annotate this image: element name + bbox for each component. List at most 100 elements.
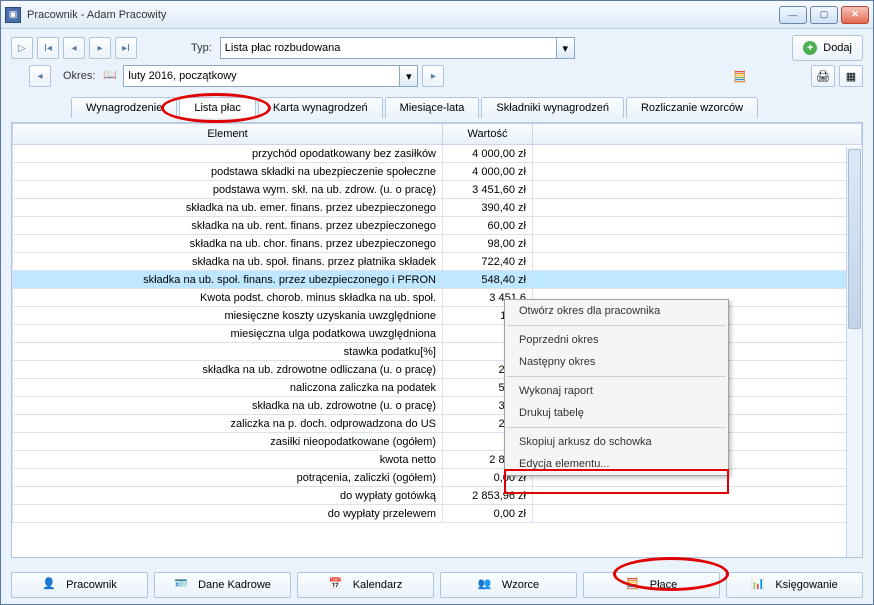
table-row[interactable]: przychód opodatkowany bez zasiłków4 000,… [13,145,862,163]
okres-dropdown-icon[interactable]: ▾ [399,66,417,86]
cell-element: do wypłaty gotówką [13,487,443,505]
typ-input[interactable] [221,38,556,58]
tab-karta-wynagrodze-[interactable]: Karta wynagrodzeń [258,97,383,118]
cell-element: miesięczna ulga podatkowa uwzględniona [13,325,443,343]
print-button[interactable]: 🖨 [811,65,835,87]
menu-otwórz-okres-dla-pracownika[interactable]: Otwórz okres dla pracownika [505,300,728,322]
table-row[interactable]: składka na ub. zdrowotne (u. o pracę)310… [13,397,862,415]
cell-element: Kwota podst. chorob. minus składka na ub… [13,289,443,307]
tab-wynagrodzenie[interactable]: Wynagrodzenie [71,97,177,118]
minimize-button[interactable]: — [779,6,807,24]
window-controls: — ▢ ✕ [779,6,869,24]
cell-element: składka na ub. emer. finans. przez ubezp… [13,199,443,217]
table-row[interactable]: składka na ub. chor. finans. przez ubezp… [13,235,862,253]
typ-label: Typ: [191,42,212,54]
menu-następny-okres[interactable]: Następny okres [505,351,728,373]
scroll-thumb[interactable] [848,149,861,329]
nav-first-button[interactable]: I◂ [37,37,59,59]
bottom-tab-label: Pracownik [66,579,117,591]
abacus-icon[interactable]: 🧮 [733,70,747,83]
book-icon: 📖 [103,68,119,84]
cell-element: zasiłki nieopodatkowane (ogółem) [13,433,443,451]
table-row[interactable]: składka na ub. rent. finans. przez ubezp… [13,217,862,235]
add-label: Dodaj [823,42,852,54]
typ-combo[interactable]: ▾ [220,37,575,59]
cell-element: kwota netto [13,451,443,469]
add-button[interactable]: + Dodaj [792,35,863,61]
cell-value: 98,00 zł [443,235,533,253]
nav-last-button[interactable]: ▸I [115,37,137,59]
table-row[interactable]: podstawa wym. skł. na ub. zdrow. (u. o p… [13,181,862,199]
table-row[interactable]: do wypłaty przelewem0,00 zł [13,505,862,523]
okres-input[interactable] [124,66,399,86]
cell-value: 3 451,60 zł [443,181,533,199]
bottom-tab-label: Księgowanie [775,579,837,591]
nav-prev-button[interactable]: ◂ [63,37,85,59]
table-row[interactable]: podstawa składki na ubezpieczenie społec… [13,163,862,181]
nav-play-button[interactable]: ▷ [11,37,33,59]
cell-element: składka na ub. społ. finans. przez ubezp… [13,271,443,289]
bottom-tab-księgowanie[interactable]: 📊Księgowanie [726,572,863,598]
tab-sk-adniki-wynagrodze-[interactable]: Składniki wynagrodzeń [481,97,624,118]
bottom-tab-label: Dane Kadrowe [198,579,271,591]
table-row[interactable]: zaliczka na p. doch. odprowadzona do US2… [13,415,862,433]
bottom-tab-label: Płace [650,579,678,591]
cell-value: 548,40 zł [443,271,533,289]
table-row[interactable]: do wypłaty gotówką2 853,96 zł [13,487,862,505]
menu-skopiuj-arkusz-do-schowka[interactable]: Skopiuj arkusz do schowka [505,431,728,453]
table-row[interactable]: kwota netto2 853,9 [13,451,862,469]
bottom-tab-wzorce[interactable]: 👥Wzorce [440,572,577,598]
bottom-tab-dane-kadrowe[interactable]: 🪪 Dane Kadrowe [154,572,291,598]
menu-wykonaj-raport[interactable]: Wykonaj raport [505,380,728,402]
col-element[interactable]: Element [13,124,443,145]
bottom-tab-pracownik[interactable]: 👤 Pracownik [11,572,148,598]
bottom-tab-label: Wzorce [502,579,539,591]
tab-miesi-ce-lata[interactable]: Miesiące-lata [385,97,480,118]
okres-label: Okres: [63,70,95,82]
cell-value: 0,00 zł [443,505,533,523]
okres-combo[interactable]: ▾ [123,65,418,87]
table-row[interactable]: miesięczna ulga podatkowa uwzględniona46… [13,325,862,343]
menu-edycja-elementu-[interactable]: Edycja elementu... [505,453,728,475]
bottom-tab-kalendarz[interactable]: 📅Kalendarz [297,572,434,598]
card-icon: 🪪 [174,577,190,593]
table-row[interactable]: zasiłki nieopodatkowane (ogółem)0,0 [13,433,862,451]
table-row[interactable]: składka na ub. zdrowotne odliczana (u. o… [13,361,862,379]
table-row[interactable]: składka na ub. emer. finans. przez ubezp… [13,199,862,217]
table-row[interactable]: składka na ub. społ. finans. przez ubezp… [13,271,862,289]
cell-element: składka na ub. rent. finans. przez ubezp… [13,217,443,235]
vertical-scrollbar[interactable] [846,147,862,557]
cell-value: 4 000,00 zł [443,163,533,181]
menu-drukuj-tabelę[interactable]: Drukuj tabelę [505,402,728,424]
table-row[interactable]: naliczona zaliczka na podatek554,8 [13,379,862,397]
table-row[interactable]: stawka podatku[%] [13,343,862,361]
cell-element: naliczona zaliczka na podatek [13,379,443,397]
bottom-tabs: 👤 Pracownik 🪪 Dane Kadrowe 📅Kalendarz👥Wzorce… [1,568,873,604]
period-prev-button[interactable]: ◂ [29,65,51,87]
cell-value: 390,40 zł [443,199,533,217]
grid-button[interactable]: ▦ [839,65,863,87]
table-row[interactable]: potrącenia, zaliczki (ogółem)0,00 zł [13,469,862,487]
nav-next-button[interactable]: ▸ [89,37,111,59]
table-row[interactable]: składka na ub. społ. finans. przez płatn… [13,253,862,271]
close-button[interactable]: ✕ [841,6,869,24]
window-title: Pracownik - Adam Pracowity [27,9,779,21]
person-icon: 👤 [42,577,58,593]
cell-element: podstawa składki na ubezpieczenie społec… [13,163,443,181]
cell-value: 60,00 zł [443,217,533,235]
bottom-tab-płace[interactable]: 🧮Płace [583,572,720,598]
typ-dropdown-icon[interactable]: ▾ [556,38,574,58]
cell-element: zaliczka na p. doch. odprowadzona do US [13,415,443,433]
titlebar: ▣ Pracownik - Adam Pracowity — ▢ ✕ [1,1,873,29]
cell-element: miesięczne koszty uzyskania uwzględnione [13,307,443,325]
tab-lista-p-ac[interactable]: Lista płac [179,97,255,118]
table-row[interactable]: miesięczne koszty uzyskania uwzględnione… [13,307,862,325]
period-next-button[interactable]: ▸ [422,65,444,87]
col-value[interactable]: Wartość [443,124,533,145]
menu-poprzedni-okres[interactable]: Poprzedni okres [505,329,728,351]
tabs-top: WynagrodzenieLista płacKarta wynagrodzeń… [11,97,863,118]
maximize-button[interactable]: ▢ [810,6,838,24]
tab-rozliczanie-wzorc-w[interactable]: Rozliczanie wzorców [626,97,758,118]
table-row[interactable]: Kwota podst. chorob. minus składka na ub… [13,289,862,307]
cell-element: składka na ub. chor. finans. przez ubezp… [13,235,443,253]
